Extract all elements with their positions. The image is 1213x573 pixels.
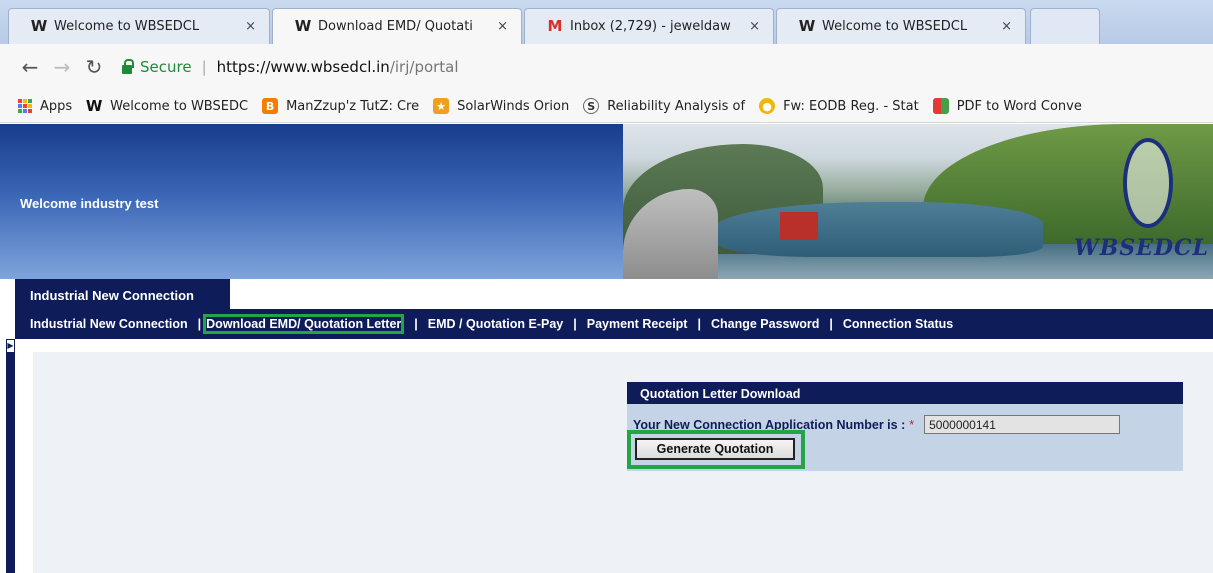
bookmark-eodb[interactable]: ● Fw: EODB Reg. - Stat (759, 98, 919, 114)
panel-title: Quotation Letter Download (627, 382, 1183, 404)
nav-separator: | (829, 317, 833, 331)
research-icon: S (583, 98, 600, 114)
tab-title: Welcome to WBSEDCL (54, 18, 200, 34)
lock-icon (122, 58, 134, 74)
browser-toolbar: ← → ↻ Secure | https://www.wbsedcl.in/ir… (0, 44, 1213, 90)
nav-industrial-new-connection[interactable]: Industrial New Connection (15, 317, 188, 331)
nav-payment-receipt[interactable]: Payment Receipt (587, 317, 688, 331)
pdf-converter-icon (932, 98, 949, 114)
bookmark-label: SolarWinds Orion (457, 98, 570, 114)
bookmarks-bar: Apps W Welcome to WBSEDC B ManZzup'z Tut… (0, 90, 1213, 123)
back-arrow-icon[interactable]: ← (16, 55, 44, 79)
bookmark-label: Apps (40, 98, 73, 114)
wbsedcl-favicon-icon: W (85, 97, 103, 115)
bookmark-reliability[interactable]: S Reliability Analysis of (583, 98, 745, 114)
wbsedcl-favicon-icon: W (30, 17, 48, 35)
browser-tab-3[interactable]: M Inbox (2,729) - jeweldaw × (524, 8, 774, 44)
nav-connection-status[interactable]: Connection Status (843, 317, 953, 331)
new-tab-button[interactable] (1030, 8, 1100, 44)
wbsedcl-emblem-icon (1123, 138, 1173, 228)
bookmark-label: ManZzup'z TutZ: Cre (286, 98, 420, 114)
browser-tab-strip: W Welcome to WBSEDCL × W Download EMD/ Q… (0, 0, 1213, 44)
bookmark-solarwinds[interactable]: ★ SolarWinds Orion (433, 98, 569, 114)
url-path: /irj/portal (389, 58, 459, 76)
wbsedcl-favicon-icon: W (798, 17, 816, 35)
secure-label: Secure (140, 58, 192, 76)
browser-tab-1[interactable]: W Welcome to WBSEDCL × (8, 8, 270, 44)
generate-quotation-highlight: Generate Quotation (627, 430, 805, 469)
nav-separator: | (414, 317, 418, 331)
url-host: https://www.wbsedcl.in (216, 58, 390, 76)
apps-grid-icon (18, 99, 32, 113)
wbsedcl-favicon-icon: W (294, 17, 312, 35)
blogger-icon: B (262, 98, 279, 114)
nav-emd-quotation-epay[interactable]: EMD / Quotation E-Pay (428, 317, 563, 331)
nav-download-emd-quotation-letter[interactable]: Download EMD/ Quotation Letter (203, 314, 405, 334)
wbsedcl-logo: WBSEDCL (1073, 235, 1209, 261)
tab-title: Download EMD/ Quotati (318, 18, 473, 34)
close-icon[interactable]: × (497, 19, 508, 34)
expand-arrow-icon[interactable]: ▶ (6, 339, 15, 353)
gmail-icon: M (547, 17, 563, 35)
banner-gradient: Welcome industry test (0, 124, 623, 279)
close-icon[interactable]: × (749, 19, 760, 34)
bookmark-label: Welcome to WBSEDC (110, 98, 249, 114)
top-tab-industrial-new-connection[interactable]: Industrial New Connection (15, 279, 230, 309)
sub-navigation: Industrial New Connection | Download EMD… (15, 309, 1213, 339)
tab-title: Welcome to WBSEDCL (822, 18, 968, 34)
browser-tab-4[interactable]: W Welcome to WBSEDCL × (776, 8, 1026, 44)
bookmark-manzzup[interactable]: B ManZzup'z TutZ: Cre (262, 98, 419, 114)
bookmark-label: Fw: EODB Reg. - Stat (783, 98, 919, 114)
nav-separator: | (573, 317, 577, 331)
left-collapse-bar[interactable]: ▶ (6, 339, 15, 573)
required-marker: * (909, 417, 915, 432)
tab-title: Inbox (2,729) - jeweldaw (570, 18, 731, 34)
address-separator: | (201, 58, 207, 76)
close-icon[interactable]: × (1001, 19, 1012, 34)
mail-coin-icon: ● (759, 98, 776, 114)
forward-arrow-icon[interactable]: → (48, 55, 76, 79)
bookmark-label: Reliability Analysis of (607, 98, 746, 114)
bookmark-label: PDF to Word Conve (956, 98, 1082, 114)
nav-change-password[interactable]: Change Password (711, 317, 819, 331)
banner-dam-photo: WBSEDCL (623, 124, 1213, 279)
nav-separator: | (697, 317, 701, 331)
portal-banner: Welcome industry test WBSEDCL (0, 124, 1213, 279)
browser-tab-2[interactable]: W Download EMD/ Quotati × (272, 8, 522, 44)
address-bar[interactable]: Secure | https://www.wbsedcl.in/irj/port… (122, 52, 1213, 82)
generate-quotation-button[interactable]: Generate Quotation (635, 438, 795, 460)
solarwinds-icon: ★ (433, 98, 450, 114)
welcome-text: Welcome industry test (20, 196, 159, 211)
bookmark-pdf[interactable]: PDF to Word Conve (932, 98, 1082, 114)
bookmark-apps[interactable]: Apps (18, 99, 72, 114)
reload-icon[interactable]: ↻ (80, 55, 108, 79)
close-icon[interactable]: × (245, 19, 256, 34)
application-number-input[interactable] (924, 415, 1121, 434)
bookmark-wbsedcl[interactable]: W Welcome to WBSEDC (85, 97, 249, 115)
